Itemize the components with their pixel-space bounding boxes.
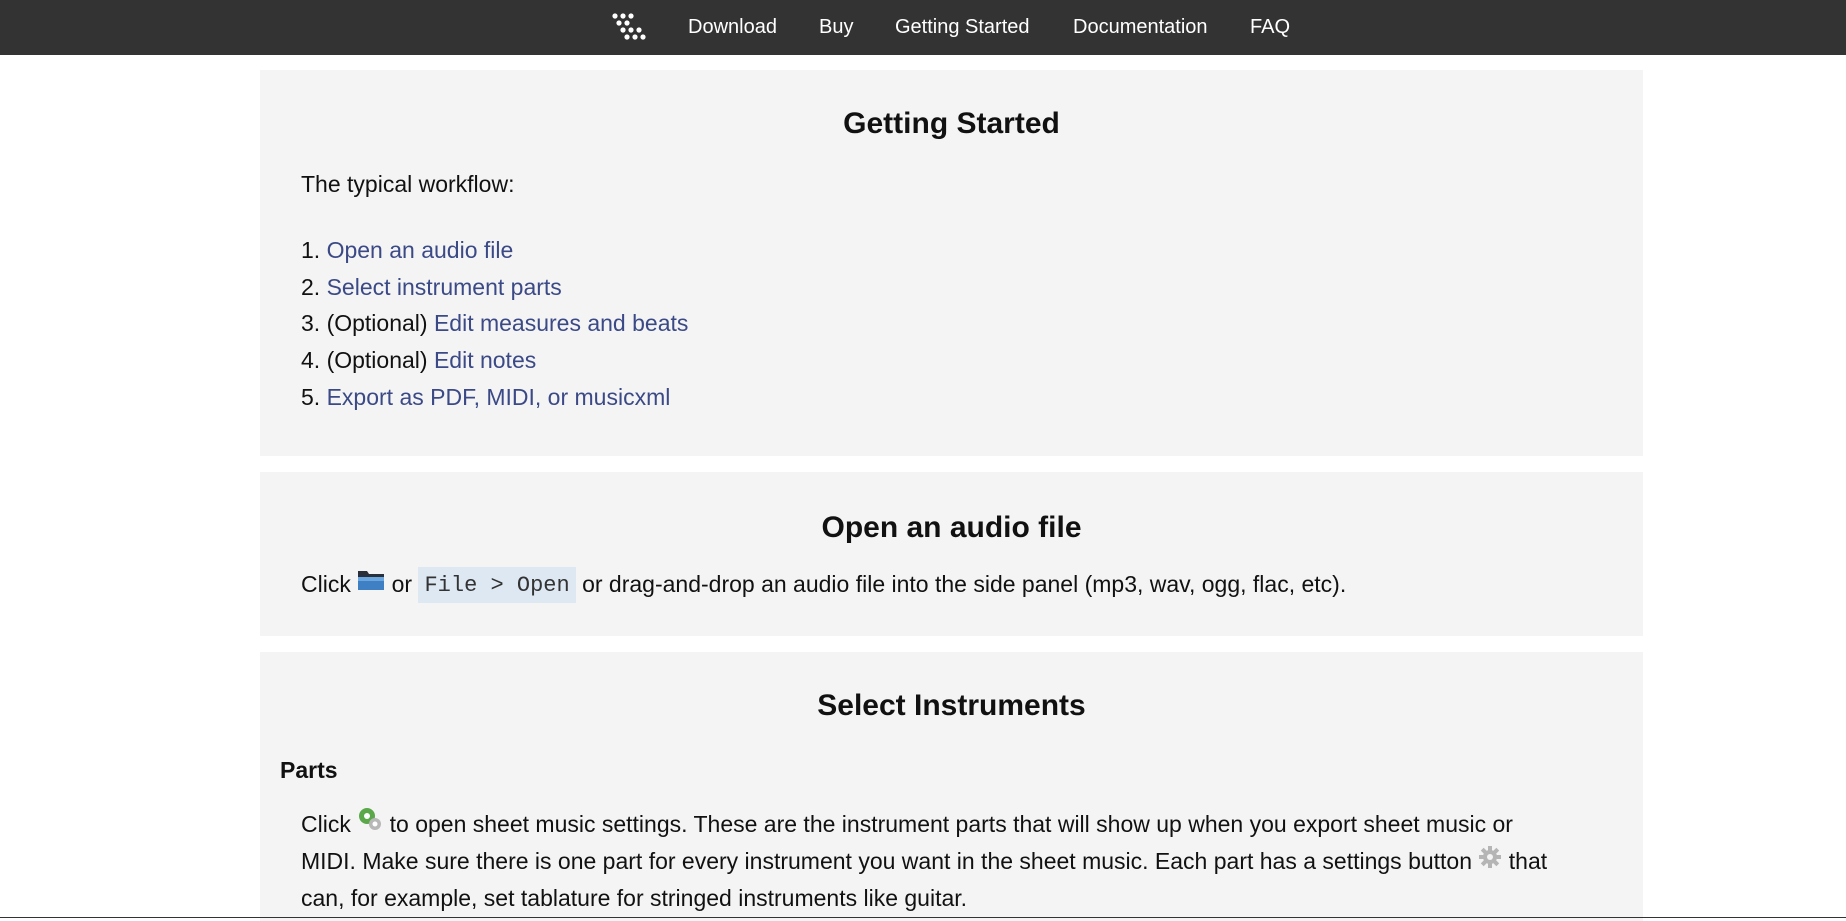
- step-link-edit-measures[interactable]: Edit measures and beats: [434, 310, 688, 336]
- open-audio-instructions: Click or File > Open or drag-and-drop an…: [301, 566, 1346, 604]
- bottom-divider: [0, 917, 1846, 918]
- parts-heading: Parts: [280, 757, 338, 783]
- or-text: or: [391, 571, 413, 597]
- logo-icon[interactable]: [611, 13, 647, 43]
- workflow-step-2: 2. Select instrument parts: [301, 272, 562, 302]
- step-link-select-instruments[interactable]: Select instrument parts: [327, 274, 562, 300]
- drag-drop-text: or drag-and-drop an audio file into the …: [582, 571, 1347, 597]
- step-optional-label: (Optional): [326, 310, 428, 336]
- step-number: 1.: [301, 237, 321, 263]
- workflow-step-1: 1. Open an audio file: [301, 235, 513, 265]
- open-audio-card: Open an audio file Click or File > Open …: [260, 472, 1643, 636]
- parts-line-1-text: to open sheet music settings. These are …: [389, 811, 1513, 837]
- nav-documentation-link[interactable]: Documentation: [1073, 15, 1208, 39]
- step-link-export[interactable]: Export as PDF, MIDI, or musicxml: [327, 384, 671, 410]
- step-number: 2.: [301, 274, 321, 300]
- getting-started-card: Getting Started The typical workflow: 1.…: [260, 70, 1643, 456]
- folder-icon: [357, 566, 385, 602]
- workflow-step-3: 3. (Optional) Edit measures and beats: [301, 308, 688, 338]
- step-link-open-audio[interactable]: Open an audio file: [327, 237, 514, 263]
- top-navbar: Download Buy Getting Started Documentati…: [0, 0, 1846, 55]
- step-number: 3.: [301, 310, 321, 336]
- that-text: that: [1508, 848, 1548, 874]
- open-audio-title: Open an audio file: [821, 511, 1082, 544]
- gear-icon: [1478, 843, 1502, 879]
- step-optional-label: (Optional): [326, 347, 428, 373]
- workflow-step-5: 5. Export as PDF, MIDI, or musicxml: [301, 382, 670, 412]
- parts-line-1: Click to open sheet music settings. Thes…: [301, 806, 1513, 844]
- click-text: Click: [301, 811, 351, 837]
- file-open-menu-path: File > Open: [418, 566, 576, 603]
- parts-line-2: MIDI. Make sure there is one part for ev…: [301, 843, 1547, 881]
- step-number: 5.: [301, 384, 321, 410]
- workflow-step-4: 4. (Optional) Edit notes: [301, 345, 536, 375]
- step-number: 4.: [301, 347, 321, 373]
- click-text: Click: [301, 571, 351, 597]
- getting-started-title: Getting Started: [843, 107, 1060, 140]
- sheet-settings-icon: [357, 806, 383, 842]
- select-instruments-card: Select Instruments Parts Click to open s…: [260, 652, 1643, 921]
- select-instruments-title: Select Instruments: [817, 689, 1086, 722]
- workflow-intro-text: The typical workflow:: [301, 171, 515, 197]
- parts-line-3: can, for example, set tablature for stri…: [301, 885, 968, 911]
- parts-line-2-text: MIDI. Make sure there is one part for ev…: [301, 848, 1473, 874]
- nav-getting-started-link[interactable]: Getting Started: [895, 15, 1030, 39]
- nav-faq-link[interactable]: FAQ: [1250, 15, 1290, 39]
- nav-buy-link[interactable]: Buy: [819, 15, 853, 39]
- nav-download-link[interactable]: Download: [688, 15, 777, 39]
- step-link-edit-notes[interactable]: Edit notes: [434, 347, 536, 373]
